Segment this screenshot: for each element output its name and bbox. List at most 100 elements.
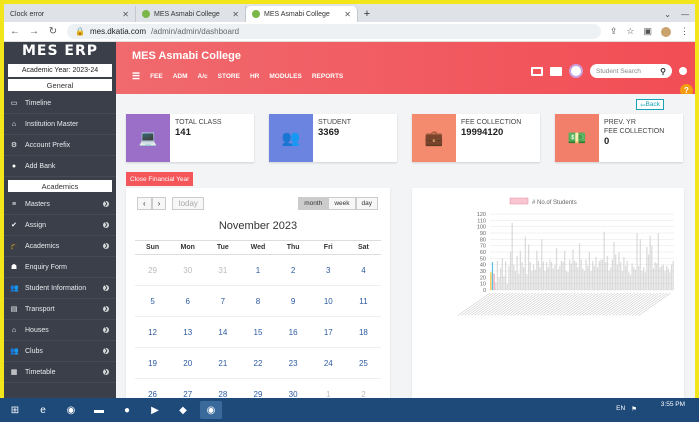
- chart-bar[interactable]: [508, 265, 510, 290]
- today-button[interactable]: today: [172, 197, 204, 210]
- chart-bar[interactable]: [564, 250, 566, 290]
- chart-bar[interactable]: [509, 252, 512, 290]
- ie-icon[interactable]: e: [32, 401, 54, 419]
- chart-bar[interactable]: [628, 272, 630, 290]
- chart-bar[interactable]: [498, 277, 500, 290]
- chevron-down-icon[interactable]: ⌄: [664, 10, 671, 19]
- chart-bar[interactable]: [605, 262, 607, 290]
- calendar-day[interactable]: 24: [310, 348, 346, 379]
- chart-bar[interactable]: [669, 272, 671, 290]
- prev-month-button[interactable]: ‹: [137, 197, 152, 210]
- week-view-button[interactable]: week: [328, 197, 356, 210]
- share-icon[interactable]: ⇪: [610, 26, 618, 37]
- chart-bar[interactable]: [596, 267, 599, 290]
- chart-bar[interactable]: [519, 250, 522, 290]
- calendar-day[interactable]: 6: [170, 286, 206, 317]
- calendar-day[interactable]: 29: [135, 255, 171, 286]
- chart-bar[interactable]: [646, 246, 648, 290]
- star-icon[interactable]: ☆: [626, 26, 634, 37]
- chart-bar[interactable]: [501, 258, 503, 290]
- chart-bar[interactable]: [496, 260, 499, 290]
- chart-bar[interactable]: [565, 271, 568, 290]
- calendar-day[interactable]: 30: [170, 255, 206, 286]
- chart-bar[interactable]: [523, 267, 525, 290]
- chart-bar[interactable]: [546, 262, 548, 290]
- chart-bar[interactable]: [610, 267, 612, 290]
- back-arrow-icon[interactable]: ←: [10, 26, 20, 37]
- chart-bar[interactable]: [490, 272, 492, 290]
- tab-mes-asmabi-active[interactable]: MES Asmabi College ✕: [246, 6, 358, 22]
- sidebar-item-clubs[interactable]: 👥 Clubs ❯: [4, 341, 116, 362]
- anydesk-icon[interactable]: ◆: [172, 401, 194, 419]
- chart-bar[interactable]: [534, 269, 536, 290]
- chart-bar[interactable]: [569, 259, 571, 290]
- chart-bar[interactable]: [642, 267, 645, 290]
- chart-bar[interactable]: [616, 264, 618, 290]
- chart-bar[interactable]: [542, 261, 545, 291]
- back-button[interactable]: ⇦ Back: [636, 99, 664, 110]
- calendar-day[interactable]: 27: [170, 379, 205, 399]
- chart-bar[interactable]: [585, 259, 587, 290]
- chart-bar[interactable]: [567, 272, 569, 290]
- chart-bar[interactable]: [639, 239, 641, 290]
- close-icon[interactable]: ✕: [344, 10, 351, 19]
- chart-bar[interactable]: [521, 262, 523, 290]
- more-icon[interactable]: ⋮: [680, 26, 689, 37]
- chart-bar[interactable]: [652, 268, 655, 290]
- chart-bar[interactable]: [536, 250, 538, 290]
- clock[interactable]: 3:55 PM: [661, 401, 685, 409]
- chart-bar[interactable]: [511, 222, 513, 290]
- chart-bar[interactable]: [562, 262, 564, 290]
- chart-bar[interactable]: [531, 271, 533, 290]
- chart-bar[interactable]: [633, 267, 635, 290]
- chart-bar[interactable]: [526, 274, 528, 290]
- calendar-day[interactable]: 31: [205, 255, 241, 286]
- chart-bar[interactable]: [560, 260, 563, 290]
- chart-bar[interactable]: [619, 262, 622, 290]
- calendar-day[interactable]: 19: [135, 348, 171, 379]
- next-month-button[interactable]: ›: [151, 197, 167, 210]
- menu-modules[interactable]: MODULES: [269, 73, 302, 80]
- chart-bar[interactable]: [670, 264, 673, 290]
- chart-bar[interactable]: [592, 260, 594, 290]
- chart-bar[interactable]: [623, 257, 625, 290]
- chart-bar[interactable]: [583, 271, 586, 290]
- menu-hr[interactable]: HR: [250, 73, 259, 80]
- menu-fee[interactable]: FEE: [150, 73, 163, 80]
- chart-bar[interactable]: [518, 273, 520, 290]
- chart-bar[interactable]: [634, 269, 637, 290]
- chart-bar[interactable]: [582, 268, 584, 290]
- start-button-icon[interactable]: ⊞: [4, 401, 26, 419]
- chevron-right-icon[interactable]: ❯: [103, 348, 109, 354]
- tab-mes-asmabi-1[interactable]: MES Asmabi College ✕: [136, 6, 246, 22]
- chart-bar[interactable]: [601, 259, 604, 290]
- new-tab-button[interactable]: +: [358, 6, 376, 22]
- calendar-day[interactable]: 3: [310, 255, 346, 286]
- menu-reports[interactable]: REPORTS: [312, 73, 343, 80]
- chart-bar[interactable]: [651, 245, 653, 290]
- chart-bar[interactable]: [618, 252, 620, 290]
- calendar-day[interactable]: 18: [345, 317, 381, 348]
- sidebar-item-account-prefix[interactable]: ⚙ Account Prefix: [4, 135, 116, 156]
- sidebar-item-student-information[interactable]: 👥 Student Information ❯: [4, 278, 116, 299]
- chart-bar[interactable]: [615, 254, 617, 290]
- sidebar-item-transport[interactable]: ▤ Transport ❯: [4, 299, 116, 320]
- folder-icon[interactable]: ▬: [88, 401, 110, 419]
- chart-bar[interactable]: [657, 233, 660, 290]
- sidebar-item-academics[interactable]: 🎓 Academics ❯: [4, 236, 116, 257]
- chart-bar[interactable]: [587, 265, 589, 290]
- chart-bar[interactable]: [529, 262, 531, 290]
- chart-bar[interactable]: [572, 249, 574, 290]
- calendar-day[interactable]: 30: [276, 379, 311, 399]
- chart-bar[interactable]: [550, 262, 553, 290]
- chart-bar[interactable]: [578, 243, 581, 290]
- calendar-day[interactable]: 2: [275, 255, 311, 286]
- chart-bar[interactable]: [588, 252, 591, 290]
- chart-bar[interactable]: [624, 265, 627, 290]
- chart-bar[interactable]: [659, 267, 661, 290]
- calendar-day[interactable]: 26: [135, 379, 170, 399]
- chart-bar[interactable]: [573, 260, 576, 290]
- chart-bar[interactable]: [527, 244, 530, 290]
- menu-store[interactable]: STORE: [218, 73, 240, 80]
- chart-bar[interactable]: [629, 274, 632, 290]
